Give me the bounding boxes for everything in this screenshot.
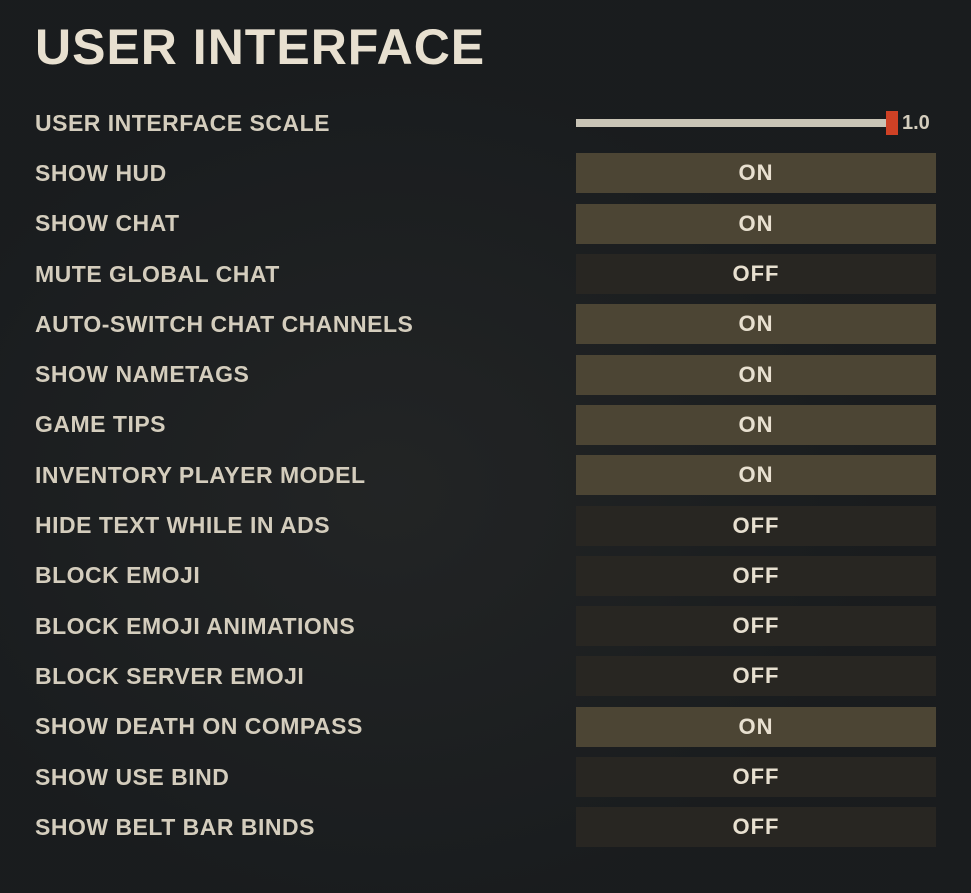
section-heading: USER INTERFACE xyxy=(35,18,936,76)
setting-row: SHOW NAMETAGSON xyxy=(35,349,936,399)
setting-label: SHOW DEATH ON COMPASS xyxy=(35,713,576,740)
setting-control: ON xyxy=(576,707,936,747)
toggle-button[interactable]: ON xyxy=(576,355,936,395)
setting-label: AUTO-SWITCH CHAT CHANNELS xyxy=(35,311,576,338)
setting-label: INVENTORY PLAYER MODEL xyxy=(35,462,576,489)
toggle-button[interactable]: ON xyxy=(576,707,936,747)
slider-handle[interactable] xyxy=(886,111,898,135)
setting-label: BLOCK EMOJI ANIMATIONS xyxy=(35,613,576,640)
setting-row: SHOW USE BINDOFF xyxy=(35,752,936,802)
setting-control: OFF xyxy=(576,606,936,646)
setting-row: MUTE GLOBAL CHATOFF xyxy=(35,249,936,299)
setting-label: SHOW USE BIND xyxy=(35,764,576,791)
toggle-button[interactable]: OFF xyxy=(576,807,936,847)
setting-control: OFF xyxy=(576,656,936,696)
toggle-button[interactable]: OFF xyxy=(576,757,936,797)
toggle-button[interactable]: OFF xyxy=(576,606,936,646)
setting-control: ON xyxy=(576,355,936,395)
setting-control: OFF xyxy=(576,807,936,847)
setting-control: OFF xyxy=(576,254,936,294)
setting-row: INVENTORY PLAYER MODELON xyxy=(35,450,936,500)
setting-control: OFF xyxy=(576,506,936,546)
setting-row: BLOCK SERVER EMOJIOFF xyxy=(35,651,936,701)
setting-control: OFF xyxy=(576,757,936,797)
setting-row-ui-scale: USER INTERFACE SCALE 1.0 xyxy=(35,98,936,148)
toggle-button[interactable]: ON xyxy=(576,455,936,495)
toggle-button[interactable]: OFF xyxy=(576,506,936,546)
setting-row: SHOW DEATH ON COMPASSON xyxy=(35,702,936,752)
toggle-button[interactable]: ON xyxy=(576,153,936,193)
toggle-button[interactable]: OFF xyxy=(576,656,936,696)
toggle-button[interactable]: ON xyxy=(576,405,936,445)
setting-control: OFF xyxy=(576,556,936,596)
setting-row: SHOW HUDON xyxy=(35,148,936,198)
setting-row: HIDE TEXT WHILE IN ADSOFF xyxy=(35,500,936,550)
setting-label: MUTE GLOBAL CHAT xyxy=(35,261,576,288)
setting-label: USER INTERFACE SCALE xyxy=(35,110,576,137)
settings-panel: USER INTERFACE USER INTERFACE SCALE 1.0 … xyxy=(0,0,971,852)
ui-scale-slider[interactable] xyxy=(576,119,892,127)
slider-wrapper: 1.0 xyxy=(576,112,936,135)
toggle-button[interactable]: OFF xyxy=(576,556,936,596)
setting-control: ON xyxy=(576,153,936,193)
setting-control: ON xyxy=(576,304,936,344)
setting-row: BLOCK EMOJI ANIMATIONSOFF xyxy=(35,601,936,651)
slider-control: 1.0 xyxy=(576,112,936,135)
setting-label: BLOCK SERVER EMOJI xyxy=(35,663,576,690)
setting-row: BLOCK EMOJIOFF xyxy=(35,551,936,601)
setting-row: GAME TIPSON xyxy=(35,400,936,450)
setting-label: SHOW CHAT xyxy=(35,210,576,237)
toggle-button[interactable]: ON xyxy=(576,304,936,344)
slider-value: 1.0 xyxy=(902,112,936,135)
setting-label: SHOW NAMETAGS xyxy=(35,361,576,388)
setting-row: AUTO-SWITCH CHAT CHANNELSON xyxy=(35,299,936,349)
setting-label: GAME TIPS xyxy=(35,411,576,438)
toggle-button[interactable]: ON xyxy=(576,204,936,244)
setting-label: BLOCK EMOJI xyxy=(35,562,576,589)
setting-control: ON xyxy=(576,405,936,445)
setting-row: SHOW CHATON xyxy=(35,199,936,249)
setting-row: SHOW BELT BAR BINDSOFF xyxy=(35,802,936,852)
setting-control: ON xyxy=(576,455,936,495)
setting-label: HIDE TEXT WHILE IN ADS xyxy=(35,512,576,539)
toggle-button[interactable]: OFF xyxy=(576,254,936,294)
settings-list: SHOW HUDONSHOW CHATONMUTE GLOBAL CHATOFF… xyxy=(35,148,936,852)
setting-label: SHOW HUD xyxy=(35,160,576,187)
setting-control: ON xyxy=(576,204,936,244)
setting-label: SHOW BELT BAR BINDS xyxy=(35,814,576,841)
